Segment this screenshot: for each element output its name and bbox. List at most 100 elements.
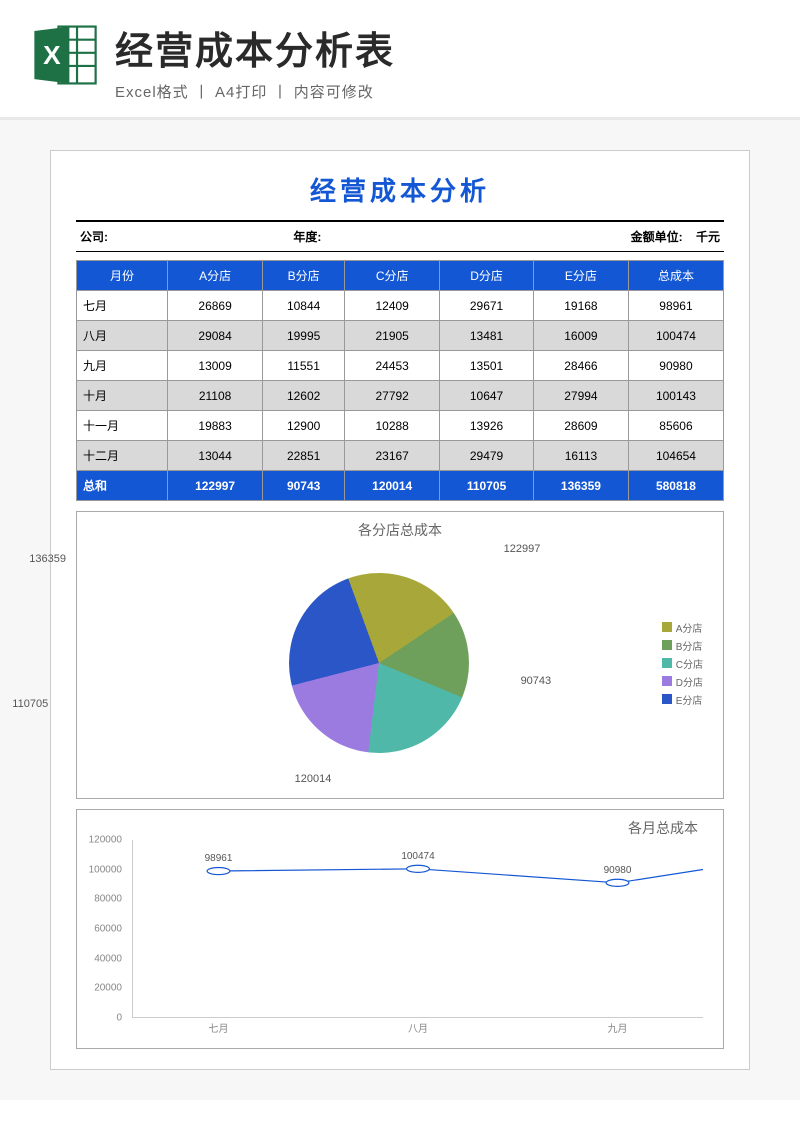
- legend-label: B分店: [676, 638, 703, 653]
- meta-unit: 金额单位: 千元: [507, 228, 720, 245]
- legend-swatch: [662, 694, 672, 704]
- banner-subtitle: Excel格式 丨 A4打印 丨 内容可修改: [115, 81, 395, 102]
- meta-row: 公司: 年度: 金额单位: 千元: [76, 220, 724, 252]
- table-cell: 28609: [533, 411, 628, 441]
- table-cell: 27792: [345, 381, 440, 411]
- table-header: D分店: [440, 261, 534, 291]
- table-cell: 24453: [345, 351, 440, 381]
- table-total-row: 总和12299790743120014110705136359580818: [77, 471, 724, 501]
- line-data-label: 90980: [604, 865, 632, 876]
- table-cell: 12900: [263, 411, 345, 441]
- table-cell: 九月: [77, 351, 168, 381]
- table-total-cell: 580818: [628, 471, 723, 501]
- table-cell: 19883: [168, 411, 263, 441]
- document-title: 经营成本分析: [76, 171, 724, 208]
- legend-swatch: [662, 640, 672, 650]
- pie-data-label: 120014: [295, 773, 332, 785]
- line-chart-box: 各月总成本 020000400006000080000100000120000 …: [76, 809, 724, 1049]
- document-sheet: 经营成本分析 公司: 年度: 金额单位: 千元 月份A分店B分店C分店D分店E分…: [50, 150, 750, 1070]
- table-total-cell: 110705: [440, 471, 534, 501]
- banner: X 经营成本分析表 Excel格式 丨 A4打印 丨 内容可修改: [0, 0, 800, 120]
- y-tick: 0: [116, 1013, 122, 1024]
- table-cell: 八月: [77, 321, 168, 351]
- table-cell: 10288: [345, 411, 440, 441]
- meta-company: 公司:: [80, 228, 293, 245]
- table-cell: 104654: [628, 441, 723, 471]
- table-total-cell: 136359: [533, 471, 628, 501]
- table-total-cell: 120014: [345, 471, 440, 501]
- table-header: 总成本: [628, 261, 723, 291]
- table-cell: 29479: [440, 441, 534, 471]
- table-cell: 90980: [628, 351, 723, 381]
- table-cell: 七月: [77, 291, 168, 321]
- legend-item: E分店: [662, 692, 703, 707]
- table-total-cell: 90743: [263, 471, 345, 501]
- table-cell: 13044: [168, 441, 263, 471]
- legend-item: A分店: [662, 620, 703, 635]
- x-tick: 七月: [209, 1020, 229, 1035]
- svg-text:X: X: [43, 40, 61, 70]
- table-cell: 19168: [533, 291, 628, 321]
- legend-item: B分店: [662, 638, 703, 653]
- table-cell: 29084: [168, 321, 263, 351]
- cost-table: 月份A分店B分店C分店D分店E分店总成本 七月26869108441240929…: [76, 260, 724, 501]
- legend-label: A分店: [676, 620, 703, 635]
- legend-label: D分店: [676, 674, 703, 689]
- y-tick: 20000: [94, 983, 122, 994]
- table-cell: 16113: [533, 441, 628, 471]
- pie-data-label: 110705: [12, 698, 48, 710]
- table-cell: 26869: [168, 291, 263, 321]
- y-tick: 100000: [89, 864, 122, 875]
- table-cell: 100143: [628, 381, 723, 411]
- table-cell: 13481: [440, 321, 534, 351]
- meta-year: 年度:: [293, 228, 506, 245]
- legend-swatch: [662, 676, 672, 686]
- pie-data-label: 122997: [504, 543, 541, 555]
- y-tick: 40000: [94, 953, 122, 964]
- table-cell: 十二月: [77, 441, 168, 471]
- table-header: A分店: [168, 261, 263, 291]
- banner-title: 经营成本分析表: [115, 20, 395, 75]
- table-cell: 21108: [168, 381, 263, 411]
- legend-label: C分店: [676, 656, 703, 671]
- line-data-label: 100474: [401, 851, 434, 862]
- table-header: E分店: [533, 261, 628, 291]
- table-total-cell: 总和: [77, 471, 168, 501]
- table-cell: 22851: [263, 441, 345, 471]
- table-cell: 13501: [440, 351, 534, 381]
- table-row: 十月2110812602277921064727994100143: [77, 381, 724, 411]
- line-chart-title: 各月总成本: [628, 818, 698, 838]
- table-cell: 13009: [168, 351, 263, 381]
- table-cell: 12409: [345, 291, 440, 321]
- pie-chart-box: 各分店总成本 12299790743120014110705136359 A分店…: [76, 511, 724, 799]
- table-cell: 100474: [628, 321, 723, 351]
- pie-data-label: 136359: [29, 553, 66, 565]
- table-cell: 21905: [345, 321, 440, 351]
- table-cell: 23167: [345, 441, 440, 471]
- table-cell: 十月: [77, 381, 168, 411]
- legend-swatch: [662, 622, 672, 632]
- table-header: 月份: [77, 261, 168, 291]
- table-row: 十二月1304422851231672947916113104654: [77, 441, 724, 471]
- table-row: 七月268691084412409296711916898961: [77, 291, 724, 321]
- x-tick: 八月: [408, 1020, 428, 1035]
- excel-icon: X: [30, 20, 100, 90]
- pie-chart: 12299790743120014110705136359: [97, 548, 662, 778]
- table-cell: 27994: [533, 381, 628, 411]
- table-row: 九月130091155124453135012846690980: [77, 351, 724, 381]
- table-cell: 12602: [263, 381, 345, 411]
- page-background: 经营成本分析 公司: 年度: 金额单位: 千元 月份A分店B分店C分店D分店E分…: [0, 120, 800, 1100]
- table-header: B分店: [263, 261, 345, 291]
- legend-label: E分店: [676, 692, 703, 707]
- legend-swatch: [662, 658, 672, 668]
- table-cell: 19995: [263, 321, 345, 351]
- table-header: C分店: [345, 261, 440, 291]
- table-cell: 98961: [628, 291, 723, 321]
- table-cell: 28466: [533, 351, 628, 381]
- table-cell: 29671: [440, 291, 534, 321]
- table-cell: 11551: [263, 351, 345, 381]
- y-tick: 80000: [94, 894, 122, 905]
- table-row: 十一月198831290010288139262860985606: [77, 411, 724, 441]
- legend-item: D分店: [662, 674, 703, 689]
- line-data-label: 98961: [205, 853, 233, 864]
